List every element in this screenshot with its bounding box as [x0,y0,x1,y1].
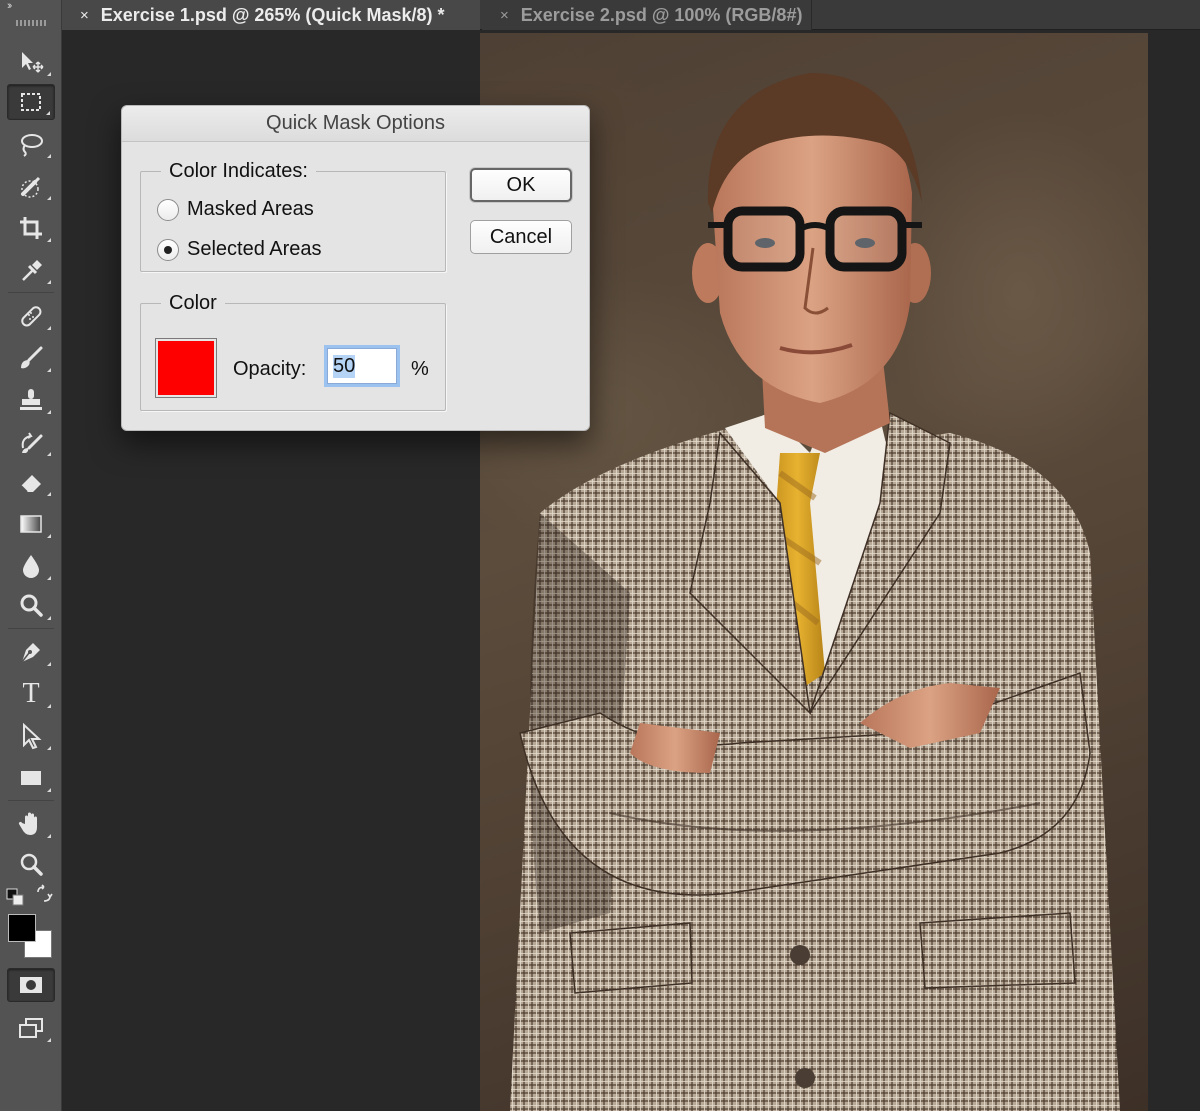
quick-mask-options-dialog: Quick Mask Options Color Indicates: Mask… [121,105,590,431]
color-group: Color Opacity: 50 % [140,290,446,411]
tool-pen[interactable] [7,634,55,670]
default-colors-icon[interactable] [6,888,26,906]
document-tab-bar: × Exercise 1.psd @ 265% (Quick Mask/8) *… [62,0,1200,30]
color-indicates-group: Color Indicates: Masked Areas Selected A… [140,158,446,272]
crop-icon [20,217,42,239]
dialog-title: Quick Mask Options [266,112,445,134]
lasso-icon [21,134,43,157]
history-brush-icon [21,432,43,453]
selected-areas-label: Selected Areas [187,238,322,260]
mask-color-swatch[interactable] [155,338,217,398]
tab-title: Exercise 2.psd @ 100% (RGB/8#) [520,4,803,25]
opacity-value: 50 [333,354,356,378]
tool-rectangular-marquee[interactable] [7,84,55,120]
tool-history-brush[interactable] [7,424,55,460]
dialog-titlebar[interactable]: Quick Mask Options [122,106,589,142]
tool-crop[interactable] [7,210,55,246]
tool-quick-mask-mode[interactable] [7,968,55,1002]
gradient-icon [20,515,42,533]
tab-exercise-2[interactable]: × Exercise 2.psd @ 100% (RGB/8#) [482,0,812,30]
tool-type[interactable]: T [7,676,55,712]
percent-label: % [411,358,429,380]
selected-areas-option[interactable]: Selected Areas [157,238,322,261]
masked-areas-radio[interactable] [157,198,179,221]
tool-brush[interactable] [7,340,55,376]
tool-gradient[interactable] [7,506,55,542]
tool-eyedropper[interactable] [7,252,55,288]
eraser-icon [20,475,41,493]
tool-clone-stamp[interactable] [7,382,55,418]
tools-panel: ›› T [0,0,62,1111]
tool-quick-selection[interactable] [7,168,55,204]
tab-exercise-1[interactable]: × Exercise 1.psd @ 265% (Quick Mask/8) * [62,0,480,30]
tool-eraser[interactable] [7,464,55,500]
tool-dodge[interactable] [7,588,55,624]
rectangle-icon [21,771,41,785]
color-group-label: Color [161,290,225,316]
masked-areas-option[interactable]: Masked Areas [157,198,314,221]
tool-path-selection[interactable] [7,718,55,754]
close-icon[interactable]: × [500,7,509,24]
close-icon[interactable]: × [80,7,89,24]
screen-mode-icon [19,1018,43,1038]
quick-mask-icon [20,977,42,993]
collapse-panel-icon[interactable]: ›› [7,0,13,12]
hand-icon [18,812,37,835]
blur-icon [23,555,39,578]
tool-blur[interactable] [7,548,55,584]
opacity-input[interactable]: 50 [327,348,397,384]
healing-brush-icon [21,306,42,327]
eyedropper-icon [22,260,42,281]
color-indicates-label: Color Indicates: [161,158,316,184]
tool-hand[interactable] [7,806,55,842]
tool-screen-mode[interactable] [7,1010,55,1046]
tool-lasso[interactable] [7,126,55,162]
pen-icon [21,643,40,663]
tool-move[interactable] [7,44,55,80]
panel-grip-icon[interactable] [16,20,46,26]
type-icon: T [22,678,40,709]
tab-title: Exercise 1.psd @ 265% (Quick Mask/8) * [100,4,445,25]
path-selection-icon [23,722,42,750]
quick-selection-icon [21,176,41,198]
tools-panel-header: ›› [0,0,61,32]
zoom-icon [20,853,43,876]
foreground-color-swatch[interactable] [8,914,36,942]
move-icon [22,52,44,73]
selected-areas-radio[interactable] [157,238,179,261]
cancel-button[interactable]: Cancel [470,220,572,254]
swap-colors-icon[interactable] [34,884,54,904]
brush-icon [21,346,43,369]
masked-areas-label: Masked Areas [187,198,314,220]
dodge-icon [20,594,43,617]
ok-button[interactable]: OK [470,168,572,202]
tool-rectangle[interactable] [7,760,55,796]
marquee-icon [21,93,41,111]
tool-healing-brush[interactable] [7,298,55,334]
tool-zoom[interactable] [7,846,55,882]
clone-stamp-icon [20,389,42,410]
opacity-label: Opacity: [233,358,307,380]
